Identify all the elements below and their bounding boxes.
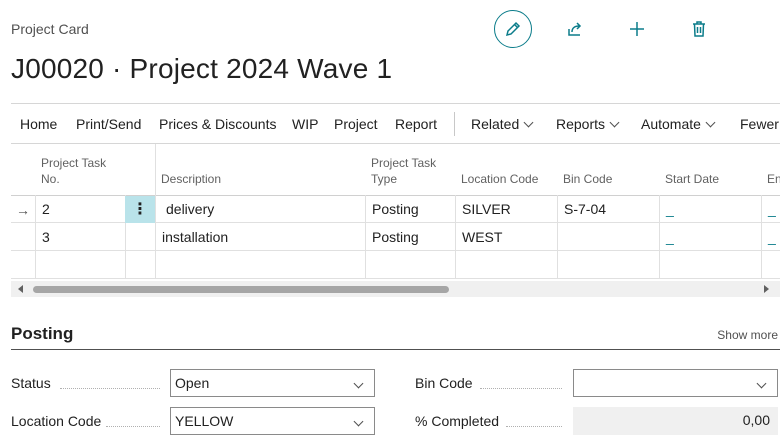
edit-button[interactable] <box>494 10 532 48</box>
field-leader <box>106 426 160 427</box>
chevron-down-icon <box>523 117 534 128</box>
more-vertical-icon: ⋮ <box>132 200 148 218</box>
col-header-description[interactable]: Description <box>161 144 361 195</box>
location-code-select[interactable]: YELLOW <box>170 407 375 435</box>
chevron-down-icon <box>705 117 716 128</box>
status-label: Status <box>11 375 51 391</box>
cell-location-code[interactable]: WEST <box>462 223 502 251</box>
bin-code-select[interactable] <box>573 369 778 397</box>
col-header-location-code[interactable]: Location Code <box>461 144 561 195</box>
trash-icon <box>693 21 705 37</box>
show-more-link[interactable]: Show more <box>717 328 778 342</box>
field-leader <box>480 388 562 389</box>
cell-task-no[interactable]: 3 <box>42 223 50 251</box>
cell-start-date[interactable]: _ <box>666 195 674 223</box>
table-row[interactable]: 3 installation Posting WEST _ _ <box>11 223 780 251</box>
scroll-right-icon[interactable] <box>764 285 769 293</box>
status-select[interactable]: Open <box>170 369 375 397</box>
project-tasks-grid: Project Task No. Description Project Tas… <box>11 144 780 279</box>
chevron-down-icon <box>353 378 364 389</box>
cell-end-date[interactable]: _ <box>768 195 776 223</box>
field-leader <box>506 426 562 427</box>
col-header-end-date[interactable]: En <box>767 144 780 195</box>
cell-description[interactable]: delivery <box>166 195 214 223</box>
bin-code-label: Bin Code <box>415 375 473 391</box>
cell-description[interactable]: installation <box>162 223 228 251</box>
pencil-icon <box>505 21 521 37</box>
horizontal-scrollbar[interactable] <box>11 281 780 297</box>
share-button[interactable] <box>556 10 594 48</box>
cell-task-type[interactable]: Posting <box>372 223 419 251</box>
page-title: J00020 · Project 2024 Wave 1 <box>11 53 393 84</box>
share-icon <box>568 22 582 36</box>
menu-prices-discounts[interactable]: Prices & Discounts <box>159 104 276 144</box>
cell-task-no[interactable]: 2 <box>42 195 50 223</box>
menu-related[interactable]: Related <box>471 104 534 144</box>
menu-automate[interactable]: Automate <box>641 104 716 144</box>
menu-print-send[interactable]: Print/Send <box>76 104 141 144</box>
location-code-value: YELLOW <box>175 413 234 429</box>
plus-icon <box>630 22 644 36</box>
menu-related-label: Related <box>471 116 520 132</box>
cell-end-date[interactable]: _ <box>768 223 776 251</box>
menu-separator <box>454 112 455 136</box>
section-divider <box>11 349 780 350</box>
menu-reports-label: Reports <box>556 116 606 132</box>
location-code-label: Location Code <box>11 413 102 429</box>
col-header-task-no[interactable]: Project Task No. <box>41 144 125 195</box>
table-row-empty[interactable] <box>11 251 780 279</box>
menu-wip[interactable]: WIP <box>292 104 318 144</box>
col-header-start-date[interactable]: Start Date <box>665 144 760 195</box>
current-row-arrow-icon: → <box>16 201 30 218</box>
chevron-down-icon <box>609 117 620 128</box>
menu-fewer[interactable]: Fewer <box>740 104 779 144</box>
col-header-task-type[interactable]: Project Task Type <box>371 144 456 195</box>
chevron-down-icon <box>756 378 767 389</box>
posting-section-title[interactable]: Posting <box>11 324 73 344</box>
menu-home[interactable]: Home <box>20 104 57 144</box>
row-actions-button[interactable]: ⋮ <box>125 196 155 223</box>
scroll-left-icon[interactable] <box>18 285 23 293</box>
menu-automate-label: Automate <box>641 116 701 132</box>
cell-start-date[interactable]: _ <box>666 223 674 251</box>
status-value: Open <box>175 375 210 391</box>
delete-button[interactable] <box>680 10 718 48</box>
field-leader <box>60 388 160 389</box>
percent-completed-label: % Completed <box>415 413 500 429</box>
new-button[interactable] <box>618 10 656 48</box>
col-header-bin-code[interactable]: Bin Code <box>563 144 658 195</box>
menu-report[interactable]: Report <box>395 104 437 144</box>
percent-completed-value: 0,00 <box>573 407 778 435</box>
cell-task-type[interactable]: Posting <box>372 195 419 223</box>
chevron-down-icon <box>353 416 364 427</box>
action-menu-bar: Home Print/Send Prices & Discounts WIP P… <box>11 103 780 144</box>
cell-location-code[interactable]: SILVER <box>462 195 511 223</box>
cell-bin-code[interactable]: S-7-04 <box>564 195 606 223</box>
page-caption: Project Card <box>11 21 89 37</box>
scrollbar-thumb[interactable] <box>33 286 449 293</box>
menu-reports[interactable]: Reports <box>556 104 620 144</box>
menu-project[interactable]: Project <box>334 104 378 144</box>
